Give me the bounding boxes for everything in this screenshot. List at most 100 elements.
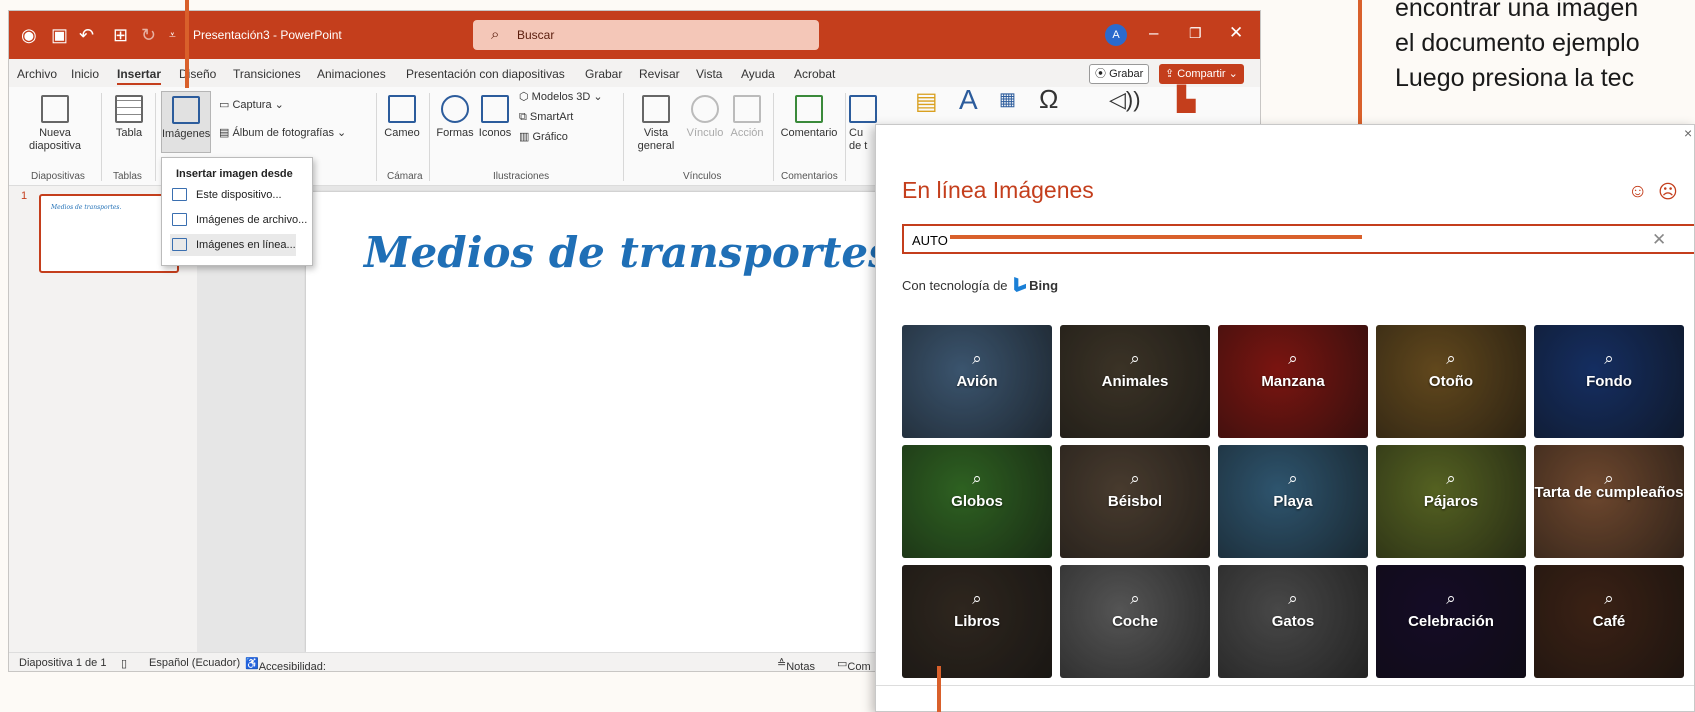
category-label: Libros	[954, 613, 1000, 630]
smartart-label: SmartArt	[529, 111, 574, 123]
images-button[interactable]: Imágenes	[161, 91, 211, 153]
search-icon: ⌕	[1446, 349, 1456, 368]
header-footer-icon[interactable]: ▤	[915, 90, 938, 114]
save-icon[interactable]: ▣	[51, 25, 68, 45]
category-tile[interactable]: ⌕ Café	[1534, 565, 1684, 678]
search-icon: ⌕	[1288, 589, 1298, 608]
autosave-icon[interactable]: ◉	[21, 25, 37, 45]
category-tile[interactable]: ⌕ Pájaros	[1376, 445, 1526, 558]
action-button[interactable]: Acción	[727, 95, 767, 140]
stock-images-label: Imágenes de archivo...	[196, 214, 308, 226]
record-button[interactable]: ⦿ Grabar	[1089, 64, 1150, 84]
category-label: Playa	[1273, 493, 1313, 510]
category-tile[interactable]: ⌕ Libros	[902, 565, 1052, 678]
category-tile[interactable]: ⌕ Béisbol	[1060, 445, 1210, 558]
category-tile[interactable]: ⌕ Gatos	[1218, 565, 1368, 678]
close-icon[interactable]: ✕	[1229, 23, 1243, 43]
new-slide-button[interactable]: Nueva diapositiva	[23, 95, 87, 153]
shapes-button[interactable]: Formas	[435, 95, 475, 140]
category-tile[interactable]: ⌕ Manzana	[1218, 325, 1368, 438]
share-button[interactable]: ⇪ Compartir ⌄	[1159, 64, 1244, 84]
tab-insertar[interactable]: Insertar	[117, 67, 162, 85]
shapes-label: Formas	[436, 127, 474, 139]
tab-acrobat[interactable]: Acrobat	[794, 67, 835, 81]
online-images-dialog: × En línea Imágenes ☺ ☹ ✕ Con tecnología…	[875, 124, 1695, 712]
smartart-button[interactable]: ⧉ SmartArt	[519, 111, 573, 124]
category-tile[interactable]: ⌕ Globos	[902, 445, 1052, 558]
dialog-close-icon[interactable]: ×	[1684, 125, 1692, 141]
capture-label: Captura	[232, 99, 272, 111]
tab-grabar[interactable]: Grabar	[585, 67, 622, 81]
tab-vista[interactable]: Vista	[696, 67, 722, 81]
tab-inicio[interactable]: Inicio	[71, 67, 99, 81]
minimize-icon[interactable]: –	[1149, 23, 1158, 43]
insert-image-dropdown: Insertar imagen desde Este dispositivo..…	[161, 157, 313, 266]
tab-animaciones[interactable]: Animaciones	[317, 67, 386, 81]
slide-thumbnail[interactable]: Medios de transportes.	[39, 194, 179, 273]
avatar[interactable]: A	[1105, 24, 1127, 46]
frown-feedback-icon[interactable]: ☹	[1658, 181, 1678, 204]
powered-brand: Bing	[1029, 278, 1059, 293]
category-tile[interactable]: ⌕ Celebración	[1376, 565, 1526, 678]
tab-archivo[interactable]: Archivo	[17, 67, 57, 81]
capture-button[interactable]: ▭ Captura ⌄	[219, 99, 284, 112]
category-tile[interactable]: ⌕ Fondo	[1534, 325, 1684, 438]
textbox-button[interactable]: Cu de t	[849, 95, 877, 153]
undo-icon[interactable]: ↶	[79, 25, 94, 45]
search-icon: ⌕	[1604, 589, 1614, 608]
category-label: Café	[1592, 613, 1626, 630]
textbox-label: Cu	[849, 127, 864, 139]
cameo-label: Cameo	[384, 127, 420, 139]
album-button[interactable]: ▤ Álbum de fotografías ⌄	[219, 127, 346, 140]
tab-ayuda[interactable]: Ayuda	[741, 67, 775, 81]
powered-prefix: Con tecnología de	[902, 278, 1008, 293]
smile-feedback-icon[interactable]: ☺	[1628, 181, 1647, 203]
category-tile[interactable]: ⌕ Animales	[1060, 325, 1210, 438]
date-icon[interactable]: ▦	[999, 90, 1016, 108]
category-tile[interactable]: ⌕ Playa	[1218, 445, 1368, 558]
customize-toolbar-icon[interactable]: ⩡	[169, 25, 176, 45]
symbol-omega-icon[interactable]: Ω	[1039, 86, 1058, 112]
category-tile[interactable]: ⌕ Otoño	[1376, 325, 1526, 438]
slide-count: Diapositiva 1 de 1	[19, 657, 107, 669]
wordart-icon[interactable]: A	[959, 86, 978, 114]
online-images-item[interactable]: Imágenes en línea...	[170, 234, 296, 256]
stock-images-item[interactable]: Imágenes de archivo...	[170, 209, 307, 231]
chart-button[interactable]: ▥ Gráfico	[519, 131, 568, 144]
category-tile[interactable]: ⌕ Avión	[902, 325, 1052, 438]
image-search-input[interactable]	[912, 231, 1312, 249]
category-tile[interactable]: ⌕ Coche	[1060, 565, 1210, 678]
this-device-item[interactable]: Este dispositivo...	[170, 184, 282, 206]
language-status[interactable]: Español (Ecuador)	[149, 657, 240, 669]
acrobat-icon[interactable]: ▙	[1177, 88, 1195, 112]
notes-button[interactable]: ≙ Notas	[777, 657, 815, 671]
category-label: Coche	[1112, 613, 1158, 630]
tab-transiciones[interactable]: Transiciones	[233, 67, 301, 81]
image-search-field[interactable]: ✕	[902, 224, 1694, 254]
category-tile[interactable]: ⌕ Tarta de cumpleaños	[1534, 445, 1684, 558]
models3d-button[interactable]: ⬡ Modelos 3D ⌄	[519, 91, 603, 104]
cameo-icon	[388, 95, 416, 123]
cameo-button[interactable]: Cameo	[383, 95, 421, 140]
spellcheck-icon[interactable]: ▯	[121, 657, 127, 670]
overview-label: Vista general	[637, 127, 675, 152]
restore-icon[interactable]: ❐	[1189, 25, 1202, 42]
category-label: Animales	[1101, 373, 1169, 390]
audio-icon[interactable]: ◁))	[1109, 89, 1141, 111]
slide-title[interactable]: Medios de transportes.	[364, 228, 906, 277]
redo-icon[interactable]: ↻	[141, 25, 156, 45]
category-label: Celebración	[1408, 613, 1494, 630]
category-label: Globos	[951, 493, 1003, 510]
tab-revisar[interactable]: Revisar	[639, 67, 680, 81]
tab-presentacion[interactable]: Presentación con diapositivas	[406, 67, 565, 81]
comment-button[interactable]: Comentario	[777, 95, 841, 140]
comments-status-button[interactable]: ▭ Com	[837, 657, 871, 671]
accessibility-status[interactable]: ♿ Accesibilidad: todo correcto	[245, 657, 326, 671]
link-button[interactable]: Vínculo	[683, 95, 727, 140]
present-icon[interactable]: ⊞	[113, 25, 128, 45]
icons-button[interactable]: Iconos	[475, 95, 515, 140]
search-box[interactable]: ⌕ Buscar	[473, 20, 819, 50]
overview-button[interactable]: Vista general	[633, 95, 679, 153]
clear-search-icon[interactable]: ✕	[1652, 230, 1666, 250]
table-button[interactable]: Tabla	[109, 95, 149, 140]
